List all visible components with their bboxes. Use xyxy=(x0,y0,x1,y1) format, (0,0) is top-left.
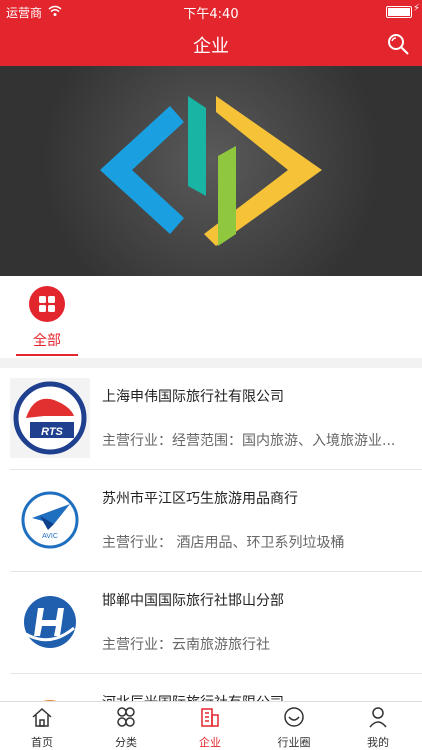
tabbar-label: 行业圈 xyxy=(277,736,311,749)
banner-image[interactable] xyxy=(0,66,422,276)
tab-all[interactable]: 全部 xyxy=(16,286,78,356)
tabbar-item-circle[interactable]: 行业圈 xyxy=(252,706,336,750)
header: 企业 xyxy=(0,22,422,66)
home-icon xyxy=(32,707,52,727)
svg-text:AVIC: AVIC xyxy=(42,533,58,540)
company-industry: 主营行业：经营范围：国内旅游、入境旅游业... xyxy=(102,433,396,449)
company-logo-h xyxy=(10,582,90,662)
charging-icon: ⚡ xyxy=(412,3,420,14)
company-name: 上海申伟国际旅行社有限公司 xyxy=(102,389,284,405)
list-item[interactable]: RTS 上海申伟国际旅行社有限公司 主营行业：经营范围：国内旅游、入境旅游业..… xyxy=(10,368,422,470)
category-tabs: 全部 xyxy=(0,276,422,359)
tabbar-label: 首页 xyxy=(31,736,53,749)
tabbar-item-mine[interactable]: 我的 xyxy=(336,706,420,750)
company-name: 邯郸中国国际旅行社邯山分部 xyxy=(102,593,284,609)
tabbar-item-home[interactable]: 首页 xyxy=(0,706,84,750)
tabbar-label: 企业 xyxy=(199,736,221,749)
list-item[interactable]: AVIC 苏州市平江区巧生旅游用品商行 主营行业： 酒店用品、环卫系列垃圾桶 xyxy=(10,470,422,572)
list-item[interactable]: 邯郸中国国际旅行社邯山分部 主营行业：云南旅游旅行社 xyxy=(10,572,422,674)
section-divider xyxy=(0,358,422,368)
clock: 下午4:40 xyxy=(183,7,239,22)
tabbar-item-company[interactable]: 企业 xyxy=(168,706,252,750)
company-name: 苏州市平江区巧生旅游用品商行 xyxy=(102,491,298,507)
circle-icon xyxy=(284,707,304,727)
svg-text:RTS: RTS xyxy=(41,426,63,438)
user-icon xyxy=(369,707,387,728)
banner-logo-icon xyxy=(100,96,322,246)
company-logo-orange xyxy=(10,684,90,702)
company-industry: 主营行业： 酒店用品、环卫系列垃圾桶 xyxy=(102,535,345,551)
company-list: RTS 上海申伟国际旅行社有限公司 主营行业：经营范围：国内旅游、入境旅游业..… xyxy=(0,368,422,702)
tab-active-indicator xyxy=(16,354,78,356)
category-icon xyxy=(117,707,135,727)
company-icon xyxy=(201,708,219,727)
tabbar-item-category[interactable]: 分类 xyxy=(84,706,168,750)
company-industry: 主营行业：云南旅游旅行社 xyxy=(102,637,270,653)
grid-icon xyxy=(29,286,65,322)
tab-all-label: 全部 xyxy=(33,333,61,349)
battery-icon xyxy=(386,6,412,18)
status-bar: 运营商 下午4:40 ⚡ xyxy=(0,0,422,22)
tabbar-label: 我的 xyxy=(367,736,389,749)
page-title: 企业 xyxy=(193,36,229,57)
company-logo-avic: AVIC xyxy=(10,480,90,560)
tabbar-label: 分类 xyxy=(115,736,137,749)
bottom-tab-bar: 首页 分类 企业 行业圈 我的 xyxy=(0,701,422,750)
company-logo-rts: RTS xyxy=(10,378,90,458)
list-item[interactable]: 河北辰光国际旅行社有限公司 xyxy=(10,674,422,702)
search-icon[interactable] xyxy=(386,32,410,56)
